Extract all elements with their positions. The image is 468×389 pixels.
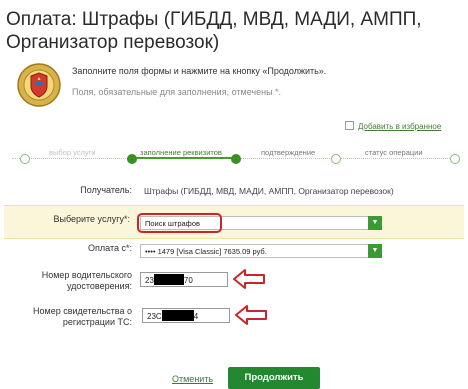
registration-label-line2: регистрации ТС: [62,317,132,327]
license-number-input[interactable]: 23 70 [140,272,228,287]
license-label: Номер водительского удостоверения: [20,270,132,292]
steps-active-segment [130,157,235,159]
step-label-select-service: выбор услуги [49,148,96,157]
page-title: Оплата: Штрафы (ГИБДД, МВД, МАДИ, АМПП, … [6,9,422,53]
service-highlight-frame [137,213,222,233]
service-label: Выберите услугу*: [53,214,130,224]
add-to-favorites-link[interactable]: Добавить в избранное [345,121,441,131]
step-dot-3 [231,154,241,164]
payment-label: Оплата с*: [88,243,132,253]
registration-suffix: 4 [193,312,199,321]
arrow-left-icon [235,305,267,325]
license-label-line2: удостоверения: [66,281,132,291]
required-note: Поля, обязательные для заполнения, отмеч… [72,87,282,97]
license-prefix: 23 [145,276,154,285]
step-dot-2 [127,154,137,164]
cancel-link[interactable]: Отменить [172,374,213,384]
intro-text: Заполните поля формы и нажмите на кнопку… [72,66,327,76]
registration-label-line1: Номер свидетельства о [33,306,132,316]
redaction-mask [153,274,184,285]
payment-card-value: •••• 1479 [Visa Classic] 7635.09 руб. [145,247,267,256]
favorites-label[interactable]: Добавить в избранное [358,122,441,131]
license-suffix: 70 [183,276,193,285]
arrow-left-icon [233,269,265,289]
step-label-confirmation: подтверждение [261,148,316,157]
recipient-label: Получатель: [80,185,132,195]
payment-card-select[interactable]: •••• 1479 [Visa Classic] 7635.09 руб. ▼ [140,244,382,258]
police-emblem-icon [17,63,61,107]
continue-button[interactable]: Продолжить [228,367,320,389]
redaction-mask [161,310,194,321]
step-label-status: статус операции [365,148,423,157]
step-dot-5 [450,154,460,164]
step-label-fill-details: заполнение реквизитов [140,148,222,157]
favorites-checkbox-icon[interactable] [345,121,354,130]
license-label-line1: Номер водительского [41,270,132,280]
chevron-down-icon[interactable]: ▼ [368,244,382,258]
registration-prefix: 23С [147,312,162,321]
chevron-down-icon[interactable]: ▼ [368,216,382,230]
vehicle-registration-input[interactable]: 23С 4 [142,308,230,323]
step-dot-1 [20,154,30,164]
recipient-value: Штрафы (ГИБДД, МВД, МАДИ, АМПП, Организа… [144,186,394,196]
step-dot-4 [331,154,341,164]
registration-label: Номер свидетельства о регистрации ТС: [12,306,132,328]
